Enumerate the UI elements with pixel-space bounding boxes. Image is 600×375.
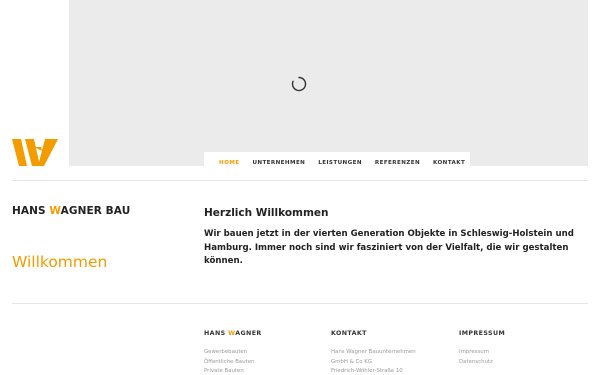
footer-column-kontakt: KONTAKT Hans Wagner Bauunternehmen GmbH … [331, 330, 416, 375]
footer-link-impressum[interactable]: Impressum [459, 348, 505, 358]
nav-item-referenzen[interactable]: REFERENZEN [375, 160, 420, 166]
footer-link-gewerbebauten[interactable]: Gewerbebauten [204, 348, 262, 358]
footer-link-private-bauten[interactable]: Private Bauten [204, 367, 262, 375]
footer-heading: HANS WAGNER [204, 330, 262, 337]
page-title: Willkommen [12, 253, 108, 271]
footer-address-line: Hans Wagner Bauunternehmen [331, 349, 416, 355]
footer-heading: IMPRESSUM [459, 330, 506, 337]
brand-name: HANS WAGNER BAU [12, 205, 131, 217]
loading-spinner-icon [291, 76, 307, 92]
nav-item-home[interactable]: HOME [219, 160, 239, 166]
footer-column-hans-wagner: HANS WAGNER Gewerbebauten Öffentliche Ba… [204, 330, 262, 375]
w-logo-icon [12, 139, 58, 166]
hero-image-area [69, 0, 588, 166]
welcome-heading: Herzlich Willkommen [204, 207, 329, 219]
footer-divider [12, 303, 588, 304]
main-navigation: HOME UNTERNEHMEN LEISTUNGEN REFERENZEN K… [204, 152, 470, 174]
footer-address-line: GmbH & Co KG [331, 358, 373, 365]
divider [12, 180, 588, 181]
nav-item-unternehmen[interactable]: UNTERNEHMEN [252, 160, 305, 166]
footer-heading: KONTAKT [331, 330, 367, 337]
nav-item-kontakt[interactable]: KONTAKT [433, 160, 465, 166]
nav-item-leistungen[interactable]: LEISTUNGEN [318, 160, 362, 166]
footer-link-datenschutz[interactable]: Datenschutz [459, 358, 505, 368]
welcome-text: Wir bauen jetzt in der vierten Generatio… [204, 229, 574, 266]
footer-column-impressum: IMPRESSUM Impressum Datenschutz [459, 330, 505, 367]
footer-link-oeffentliche-bauten[interactable]: Öffentliche Bauten [204, 358, 262, 368]
footer-address-line: Friedrich-Wöhler-Straße 10 [331, 368, 403, 374]
